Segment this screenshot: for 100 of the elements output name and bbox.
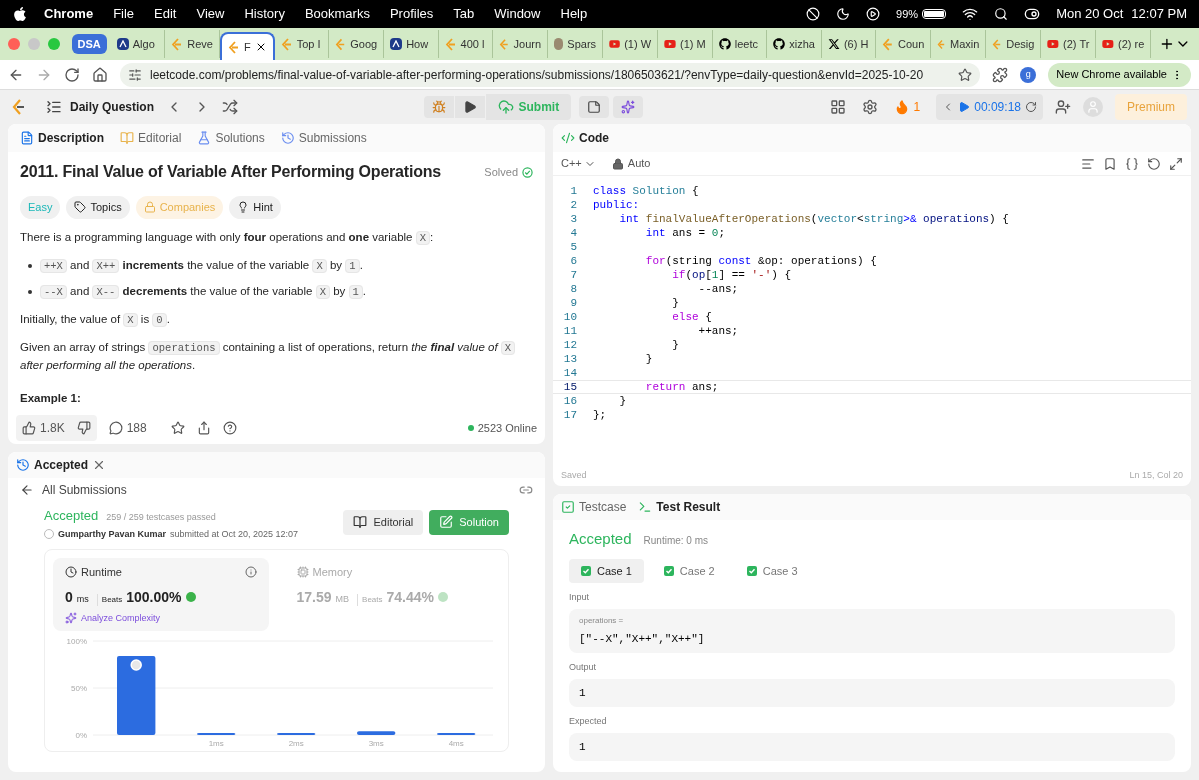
browser-tab[interactable]: Coun (876, 30, 932, 58)
app-menu[interactable]: Chrome (44, 4, 94, 24)
home-icon[interactable] (92, 66, 108, 83)
notes-button[interactable] (579, 96, 610, 118)
analyze-complexity-link[interactable]: Analyze Complexity (65, 611, 161, 625)
wifi-icon[interactable] (962, 6, 979, 22)
bookmark-star-icon[interactable] (958, 67, 973, 82)
status-icon[interactable] (806, 7, 821, 21)
browser-tab[interactable]: (1) W (603, 30, 659, 58)
layout-icon[interactable] (829, 99, 846, 115)
tab-title: Reve (187, 36, 213, 52)
chart-bar[interactable] (357, 731, 396, 735)
bookmark-icon[interactable] (1103, 156, 1117, 171)
format-icon[interactable] (1081, 156, 1095, 171)
moon-icon[interactable] (836, 7, 851, 21)
panel-tab[interactable]: Accepted (34, 456, 89, 474)
output-box: 1 (569, 678, 1175, 707)
leetcode-logo[interactable] (12, 99, 26, 115)
browser-tab[interactable]: (2) re (1096, 30, 1152, 58)
battery-icon[interactable] (922, 9, 947, 19)
add-user-icon[interactable] (1055, 99, 1071, 115)
browser-tab[interactable]: (2) Tr (1041, 30, 1097, 58)
hint-tag[interactable]: Hint (229, 196, 281, 219)
menu-item[interactable]: Bookmarks (304, 4, 370, 24)
problem-list-title[interactable]: Daily Question (70, 98, 155, 116)
tab-title: Maxin (950, 36, 980, 52)
menu-item[interactable]: View (196, 4, 225, 24)
browser-tab[interactable]: Top I (274, 30, 330, 58)
search-icon[interactable] (994, 7, 1009, 21)
panel-tab[interactable]: Description (16, 129, 108, 147)
reset-icon[interactable] (1147, 156, 1161, 171)
play-icon[interactable] (866, 7, 881, 21)
menu-item[interactable]: Edit (154, 4, 177, 24)
reset-icon[interactable] (1025, 101, 1037, 113)
share-icon[interactable] (196, 421, 211, 435)
all-submissions-link[interactable]: All Submissions (42, 481, 127, 499)
panel-tab[interactable]: Test Result (638, 498, 721, 516)
menu-item[interactable]: Window (494, 4, 541, 24)
back-icon[interactable] (20, 483, 34, 497)
expand-icon[interactable] (1169, 156, 1183, 171)
tab-group-chip[interactable]: DSA (71, 33, 107, 55)
link-icon[interactable] (519, 483, 533, 497)
run-button[interactable] (455, 96, 486, 118)
browser-tab[interactable]: Reve (165, 30, 220, 58)
address-field[interactable]: leetcode.com/problems/final-value-of-variable-after-performing-operations/submissions/1806503621/?envType=daily-question&envId=2025-10-20 (120, 62, 981, 87)
panel-tab[interactable]: Editorial (116, 129, 186, 147)
browser-tab[interactable]: (6) H (821, 30, 877, 58)
extensions-icon[interactable] (992, 66, 1009, 83)
browser-tab[interactable]: 400 l (438, 30, 494, 58)
topics-tag[interactable]: Topics (66, 196, 130, 219)
list-icon[interactable] (46, 99, 62, 115)
browser-tab[interactable]: F (219, 32, 275, 60)
profile-avatar[interactable]: g (1020, 66, 1037, 83)
info-icon[interactable] (244, 566, 257, 579)
menu-item[interactable]: File (113, 4, 135, 24)
tab-title: Desig (1006, 36, 1035, 52)
reload-icon[interactable] (64, 66, 80, 83)
line-number: 11 (562, 323, 578, 339)
assistant-button[interactable] (613, 96, 644, 118)
help-icon[interactable] (222, 421, 237, 435)
comments-button[interactable]: 188 (108, 419, 147, 437)
menu-item[interactable]: Profiles (389, 4, 434, 24)
browser-tab[interactable]: Desig (986, 30, 1042, 58)
browser-tab[interactable]: Maxin (931, 30, 987, 58)
case-tab[interactable]: Case 3 (734, 558, 810, 583)
shuffle-icon[interactable] (222, 99, 239, 115)
editorial-button[interactable]: Editorial (343, 510, 424, 535)
browser-tab[interactable]: Goog (329, 30, 385, 58)
apple-icon[interactable] (12, 6, 28, 22)
line-number: 5 (569, 239, 578, 255)
result-status: Accepted (569, 529, 632, 549)
browser-tab[interactable]: How (384, 30, 439, 58)
panel-tab[interactable]: Submissions (276, 129, 371, 147)
browser-tab[interactable]: Journ (493, 30, 549, 58)
browser-tab[interactable]: leetc (712, 30, 768, 58)
language-dropdown[interactable]: C++ (561, 155, 596, 172)
browser-tab[interactable]: (1) M (658, 30, 713, 58)
site-settings-icon[interactable] (128, 67, 142, 82)
chart-bar[interactable] (117, 656, 156, 735)
settings-icon[interactable] (861, 99, 878, 115)
braces-icon[interactable] (1125, 156, 1139, 171)
browser-tab[interactable]: Spars (548, 30, 604, 58)
favorite-icon[interactable] (170, 421, 185, 435)
control-center-icon[interactable] (1024, 6, 1041, 22)
menu-item[interactable]: Help (560, 4, 588, 24)
menu-item[interactable]: Tab (453, 4, 475, 24)
panel-tab[interactable]: Testcase (561, 498, 627, 516)
x-icon (827, 38, 840, 50)
description-paragraph: There is a programming language with only four operations and one variable X : (20, 229, 435, 247)
terminal-icon (638, 500, 653, 514)
menu-item[interactable]: History (244, 4, 285, 24)
browser-tab[interactable]: xizha (767, 30, 822, 58)
timer-control[interactable]: 00:09:18 (936, 94, 1043, 120)
thumbs-down-icon[interactable] (76, 421, 91, 435)
panel-tab[interactable]: Solutions (193, 129, 269, 147)
stat-card[interactable]: Runtime 0 ms Beats 100.00% Analyze Complexity (53, 558, 269, 631)
case-tab[interactable]: Case 1 (569, 558, 644, 583)
update-button[interactable]: New Chrome available (1048, 62, 1191, 87)
case-tab[interactable]: Case 2 (651, 558, 727, 583)
browser-tab[interactable]: Algo (110, 30, 166, 58)
